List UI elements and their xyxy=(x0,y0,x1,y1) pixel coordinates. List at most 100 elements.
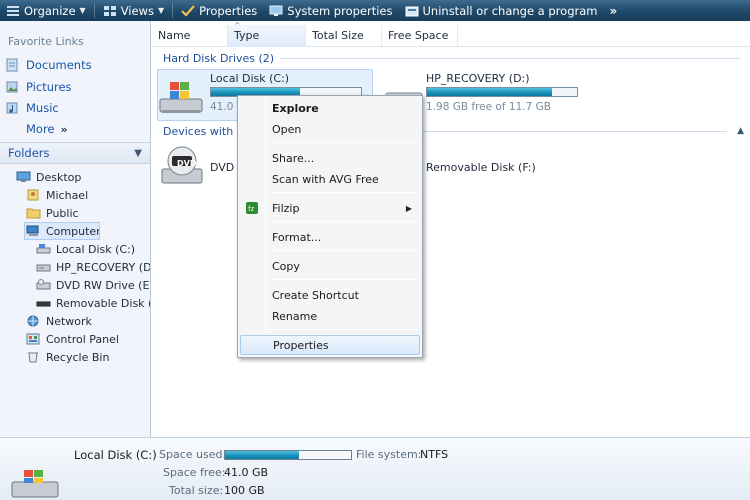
user-folder-icon xyxy=(27,189,39,201)
drive-usage-fill-d xyxy=(427,88,552,96)
dvd-badge-text: DVD xyxy=(177,159,197,168)
desktop-icon xyxy=(16,171,31,182)
menu-separator xyxy=(268,192,418,193)
menu-item-label: Create Shortcut xyxy=(272,288,359,302)
organize-dropdown-icon: ▼ xyxy=(79,6,86,15)
hard-drive-icon xyxy=(36,264,51,272)
tree-item-label: Recycle Bin xyxy=(46,350,110,364)
column-header-total-size[interactable]: Total Size xyxy=(306,25,382,47)
details-file-system-label: File system: xyxy=(356,448,422,461)
menu-item-label: Rename xyxy=(272,309,318,323)
control-panel-icon xyxy=(26,333,40,345)
drive-usage-bar-d xyxy=(426,87,578,97)
recycle-bin-icon xyxy=(28,352,38,363)
menu-separator xyxy=(268,250,418,251)
hard-drive-icon xyxy=(36,244,51,254)
organize-icon xyxy=(7,5,19,16)
column-header-free-space[interactable]: Free Space xyxy=(382,25,458,47)
system-properties-icon xyxy=(269,5,283,16)
menu-item-share[interactable]: Share... xyxy=(240,148,420,168)
context-menu: Explore Open Share... Scan with AVG Free… xyxy=(237,95,423,358)
details-space-free-value: 41.0 GB xyxy=(224,466,269,479)
details-total-size-label: Total size: xyxy=(169,484,224,497)
folders-header[interactable]: Folders ▼ xyxy=(0,142,150,164)
tree-item-network[interactable]: Network xyxy=(26,312,150,330)
menu-item-label: Format... xyxy=(272,230,322,244)
tree-item-removable-disk[interactable]: Removable Disk (F xyxy=(36,294,150,312)
favorite-link-music[interactable]: Music xyxy=(0,98,150,118)
uninstall-icon xyxy=(405,6,418,16)
drive-name-removable-disk[interactable]: Removable Disk (F:) xyxy=(426,161,536,174)
favorite-links-heading: Favorite Links xyxy=(8,35,84,48)
group-label: Devices with R xyxy=(163,124,245,138)
chevron-down-icon: ▼ xyxy=(134,147,142,159)
tree-item-label: Control Panel xyxy=(46,332,119,346)
sort-ascending-icon: ^ xyxy=(234,21,241,30)
removable-disk-icon xyxy=(36,301,51,307)
dvd-drive-icon xyxy=(36,279,51,290)
drive-free-text-d: 1.98 GB free of 11.7 GB xyxy=(426,101,551,113)
details-file-system-value: NTFS xyxy=(420,448,449,461)
collapse-up-icon: ▲ xyxy=(737,126,744,136)
tree-item-label: HP_RECOVERY (D: xyxy=(56,260,150,274)
menu-item-format[interactable]: Format... xyxy=(240,227,420,247)
menu-item-open[interactable]: Open xyxy=(240,119,420,139)
more-arrows-icon: » xyxy=(60,122,68,136)
group-header-hard-disk-drives[interactable]: Hard Disk Drives (2) xyxy=(152,49,750,67)
tree-item-michael[interactable]: Michael xyxy=(26,186,150,204)
drive-name-local-disk-c: Local Disk (C:) xyxy=(210,72,290,85)
tree-item-hp-recovery[interactable]: HP_RECOVERY (D: xyxy=(36,258,150,276)
organize-button[interactable]: Organize ▼ xyxy=(0,0,92,21)
tree-item-control-panel[interactable]: Control Panel xyxy=(26,330,150,348)
views-button[interactable]: Views ▼ xyxy=(97,0,170,21)
tree-item-label: Network xyxy=(46,314,92,328)
menu-item-create-shortcut[interactable]: Create Shortcut xyxy=(240,285,420,305)
pictures-icon xyxy=(6,81,18,93)
svg-text:fz: fz xyxy=(248,205,254,213)
menu-item-label: Copy xyxy=(272,259,300,273)
tree-item-local-disk-c[interactable]: Local Disk (C:) xyxy=(36,240,150,258)
tree-item-label: Desktop xyxy=(36,170,82,184)
drive-name-hp-recovery[interactable]: HP_RECOVERY (D:) xyxy=(426,72,530,85)
uninstall-program-button[interactable]: Uninstall or change a program xyxy=(399,0,604,21)
group-divider xyxy=(280,57,740,59)
details-usage-bar xyxy=(224,450,352,460)
system-properties-button[interactable]: System properties xyxy=(263,0,398,21)
drive-free-text-c: 41.0 xyxy=(210,101,234,113)
menu-item-properties[interactable]: Properties xyxy=(240,335,420,355)
tree-item-desktop[interactable]: Desktop xyxy=(16,168,150,186)
menu-separator xyxy=(268,142,418,143)
menu-item-scan-avg[interactable]: Scan with AVG Free xyxy=(240,169,420,189)
tree-item-public[interactable]: Public xyxy=(26,204,150,222)
details-usage-fill xyxy=(225,451,300,459)
menu-item-label: Filzip xyxy=(272,201,300,215)
properties-button[interactable]: Properties xyxy=(175,0,263,21)
column-header-name[interactable]: Name xyxy=(152,25,228,47)
tree-item-recycle-bin[interactable]: Recycle Bin xyxy=(26,348,150,366)
menu-item-label: Share... xyxy=(272,151,315,165)
favorite-link-label: More xyxy=(26,122,55,136)
menu-item-rename[interactable]: Rename xyxy=(240,306,420,326)
favorite-link-more[interactable]: More » xyxy=(0,119,150,139)
hard-drive-windows-icon xyxy=(159,82,203,113)
favorite-link-documents[interactable]: Documents xyxy=(0,55,150,75)
more-spacer xyxy=(6,122,18,136)
computer-icon xyxy=(26,225,39,236)
tree-item-dvd-rw-drive[interactable]: DVD RW Drive (E:) xyxy=(36,276,150,294)
views-dropdown-icon: ▼ xyxy=(157,6,165,15)
toolbar-overflow-icon[interactable]: » xyxy=(609,4,617,18)
uninstall-label: Uninstall or change a program xyxy=(422,3,598,18)
tree-item-computer[interactable]: Computer xyxy=(24,222,100,240)
system-properties-label: System properties xyxy=(287,3,393,18)
menu-item-explore[interactable]: Explore xyxy=(240,98,420,118)
menu-item-label: Scan with AVG Free xyxy=(272,172,379,186)
group-label: Hard Disk Drives (2) xyxy=(163,51,275,65)
menu-item-filzip[interactable]: fz Filzip ▶ xyxy=(240,198,420,218)
network-icon xyxy=(27,315,39,327)
menu-item-label: Open xyxy=(272,122,302,136)
folder-icon xyxy=(26,208,41,219)
favorite-link-pictures[interactable]: Pictures xyxy=(0,77,150,97)
menu-item-label: Explore xyxy=(272,101,319,115)
menu-item-copy[interactable]: Copy xyxy=(240,256,420,276)
views-icon xyxy=(103,5,116,16)
